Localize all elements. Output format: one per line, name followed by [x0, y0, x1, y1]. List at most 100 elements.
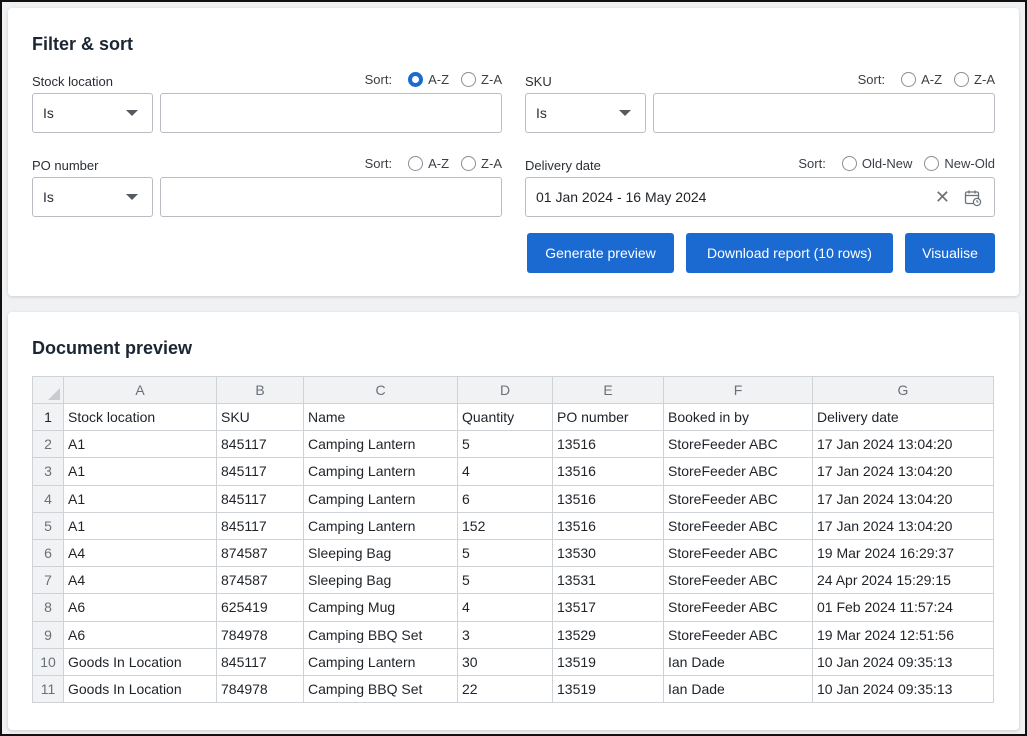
- table-cell[interactable]: 845117: [216, 430, 304, 459]
- table-cell[interactable]: A1: [63, 457, 217, 486]
- table-cell[interactable]: 13516: [552, 511, 664, 540]
- table-cell[interactable]: A1: [63, 430, 217, 459]
- table-cell[interactable]: 13531: [552, 566, 664, 595]
- table-cell[interactable]: Goods In Location: [63, 647, 217, 676]
- table-cell[interactable]: 5: [457, 566, 553, 595]
- select-all-corner[interactable]: [32, 376, 64, 404]
- table-cell[interactable]: 10 Jan 2024 09:35:13: [812, 674, 994, 704]
- stock-location-input[interactable]: [160, 93, 502, 133]
- calendar-icon[interactable]: [964, 189, 982, 210]
- table-cell[interactable]: A6: [63, 593, 217, 622]
- table-cell[interactable]: 152: [457, 511, 553, 540]
- table-cell[interactable]: 4: [457, 593, 553, 622]
- row-number[interactable]: 5: [32, 511, 64, 540]
- column-letter[interactable]: F: [663, 376, 813, 404]
- row-number[interactable]: 2: [32, 430, 64, 459]
- table-cell[interactable]: 845117: [216, 511, 304, 540]
- table-cell[interactable]: 30: [457, 647, 553, 676]
- header-cell[interactable]: Delivery date: [812, 402, 994, 432]
- radio-unchecked[interactable]: [408, 156, 424, 171]
- table-cell[interactable]: 845117: [216, 457, 304, 486]
- column-letter[interactable]: C: [303, 376, 458, 404]
- row-number[interactable]: 4: [32, 484, 64, 513]
- radio-checked[interactable]: [408, 72, 424, 87]
- po-number-operator-select[interactable]: Is: [32, 177, 153, 217]
- table-cell[interactable]: 784978: [216, 620, 304, 649]
- header-cell[interactable]: SKU: [216, 402, 304, 432]
- header-cell[interactable]: Booked in by: [663, 402, 813, 432]
- table-cell[interactable]: A4: [63, 538, 217, 568]
- sku-sort-za[interactable]: Z-A: [954, 72, 995, 87]
- table-cell[interactable]: Camping Lantern: [303, 511, 458, 540]
- table-cell[interactable]: 874587: [216, 538, 304, 568]
- sku-operator-select[interactable]: Is: [525, 93, 646, 133]
- table-cell[interactable]: StoreFeeder ABC: [663, 457, 813, 486]
- table-cell[interactable]: Camping BBQ Set: [303, 674, 458, 704]
- table-cell[interactable]: 17 Jan 2024 13:04:20: [812, 457, 994, 486]
- table-cell[interactable]: Ian Dade: [663, 674, 813, 704]
- table-cell[interactable]: StoreFeeder ABC: [663, 593, 813, 622]
- delivery-date-sort-new-old[interactable]: New-Old: [924, 156, 995, 171]
- sku-sort-az[interactable]: A-Z: [901, 72, 942, 87]
- table-cell[interactable]: Camping Lantern: [303, 457, 458, 486]
- delivery-date-sort-old-new[interactable]: Old-New: [841, 156, 912, 171]
- download-report-button[interactable]: Download report (10 rows): [686, 233, 893, 273]
- table-cell[interactable]: 19 Mar 2024 12:51:56: [812, 620, 994, 649]
- table-cell[interactable]: Camping BBQ Set: [303, 620, 458, 649]
- table-cell[interactable]: Sleeping Bag: [303, 538, 458, 568]
- row-number[interactable]: 3: [32, 457, 64, 486]
- po-number-input[interactable]: [160, 177, 502, 217]
- row-number[interactable]: 7: [32, 566, 64, 595]
- header-cell[interactable]: Name: [303, 402, 458, 432]
- delivery-date-range-input[interactable]: 01 Jan 2024 - 16 May 2024 ✕: [525, 177, 995, 217]
- table-cell[interactable]: A6: [63, 620, 217, 649]
- table-cell[interactable]: Camping Lantern: [303, 647, 458, 676]
- table-cell[interactable]: 13516: [552, 430, 664, 459]
- table-cell[interactable]: 784978: [216, 674, 304, 704]
- table-cell[interactable]: StoreFeeder ABC: [663, 620, 813, 649]
- table-cell[interactable]: Camping Mug: [303, 593, 458, 622]
- table-cell[interactable]: 13530: [552, 538, 664, 568]
- stock-location-sort-za[interactable]: Z-A: [461, 72, 502, 87]
- column-letter[interactable]: B: [216, 376, 304, 404]
- sku-input[interactable]: [653, 93, 995, 133]
- po-number-sort-az[interactable]: A-Z: [408, 156, 449, 171]
- table-cell[interactable]: 5: [457, 430, 553, 459]
- table-cell[interactable]: 13519: [552, 647, 664, 676]
- table-cell[interactable]: 10 Jan 2024 09:35:13: [812, 647, 994, 676]
- table-cell[interactable]: 3: [457, 620, 553, 649]
- header-cell[interactable]: Quantity: [457, 402, 553, 432]
- table-cell[interactable]: Goods In Location: [63, 674, 217, 704]
- radio-unchecked[interactable]: [461, 156, 477, 171]
- table-cell[interactable]: A1: [63, 484, 217, 513]
- radio-unchecked[interactable]: [901, 72, 917, 87]
- table-cell[interactable]: Camping Lantern: [303, 430, 458, 459]
- table-cell[interactable]: Ian Dade: [663, 647, 813, 676]
- row-number[interactable]: 6: [32, 538, 64, 568]
- column-letter[interactable]: E: [552, 376, 664, 404]
- table-cell[interactable]: Sleeping Bag: [303, 566, 458, 595]
- radio-unchecked[interactable]: [954, 72, 970, 87]
- table-cell[interactable]: StoreFeeder ABC: [663, 538, 813, 568]
- table-cell[interactable]: 845117: [216, 484, 304, 513]
- header-cell[interactable]: Stock location: [63, 402, 217, 432]
- table-cell[interactable]: 4: [457, 457, 553, 486]
- column-letter[interactable]: A: [63, 376, 217, 404]
- table-cell[interactable]: 22: [457, 674, 553, 704]
- table-cell[interactable]: 24 Apr 2024 15:29:15: [812, 566, 994, 595]
- po-number-sort-za[interactable]: Z-A: [461, 156, 502, 171]
- table-cell[interactable]: 19 Mar 2024 16:29:37: [812, 538, 994, 568]
- table-cell[interactable]: 625419: [216, 593, 304, 622]
- column-letter[interactable]: D: [457, 376, 553, 404]
- table-cell[interactable]: 13519: [552, 674, 664, 704]
- table-cell[interactable]: 17 Jan 2024 13:04:20: [812, 430, 994, 459]
- table-cell[interactable]: StoreFeeder ABC: [663, 484, 813, 513]
- table-cell[interactable]: 13516: [552, 484, 664, 513]
- radio-unchecked[interactable]: [841, 156, 857, 171]
- column-letter[interactable]: G: [812, 376, 994, 404]
- table-cell[interactable]: 01 Feb 2024 11:57:24: [812, 593, 994, 622]
- table-cell[interactable]: 13516: [552, 457, 664, 486]
- table-cell[interactable]: A1: [63, 511, 217, 540]
- visualise-button[interactable]: Visualise: [905, 233, 995, 273]
- table-cell[interactable]: StoreFeeder ABC: [663, 511, 813, 540]
